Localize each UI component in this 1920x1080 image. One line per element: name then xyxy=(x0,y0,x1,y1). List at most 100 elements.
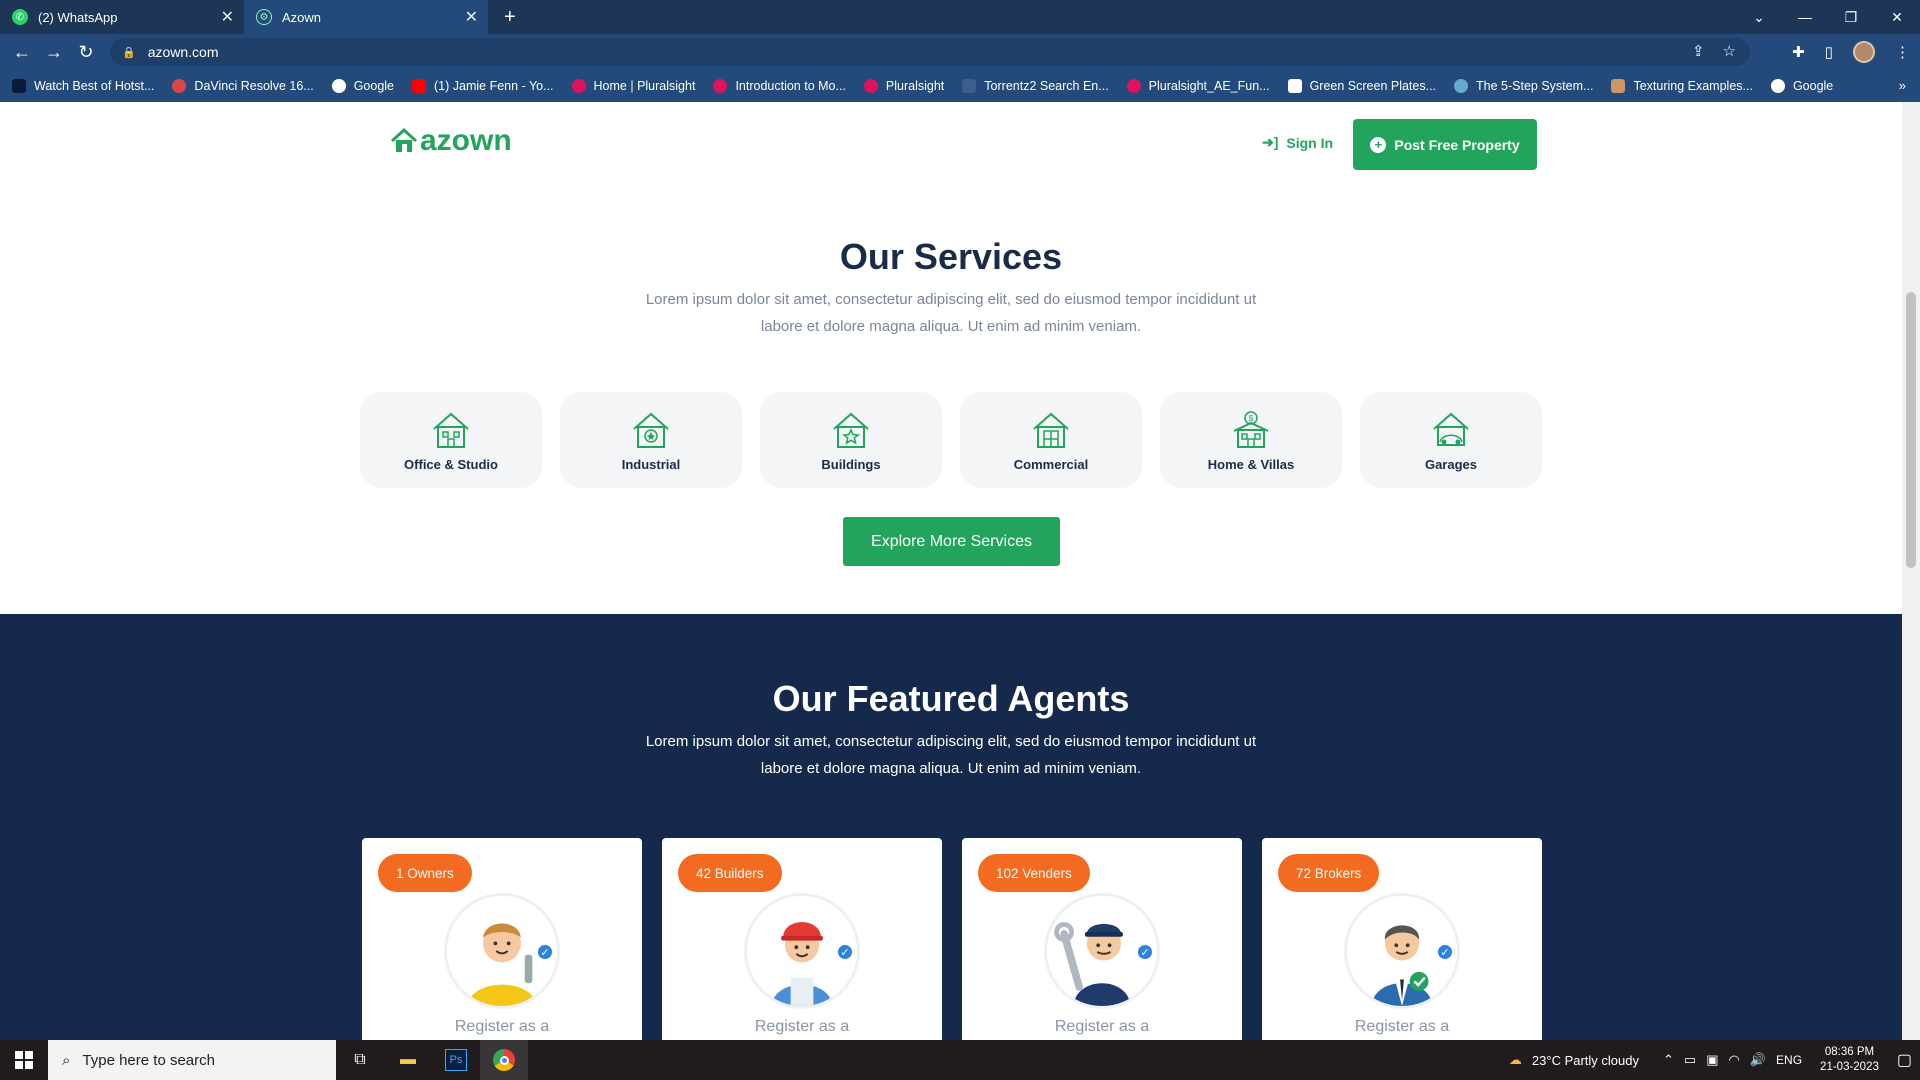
bookmark-item[interactable]: The 5-Step System... xyxy=(1454,79,1593,93)
side-panel-icon[interactable]: ▯ xyxy=(1825,43,1833,61)
count-badge: 42 Builders xyxy=(678,854,782,892)
profile-avatar[interactable] xyxy=(1853,41,1875,63)
bookmark-item[interactable]: Pluralsight_AE_Fun... xyxy=(1126,79,1270,93)
sign-in-icon: ➜] xyxy=(1262,134,1279,150)
menu-icon[interactable]: ⋮ xyxy=(1895,43,1910,61)
service-office-studio[interactable]: Office & Studio xyxy=(360,392,542,488)
services-list: Office & Studio Industrial Buildings Com… xyxy=(360,392,1542,488)
industrial-icon xyxy=(633,412,669,448)
language-indicator[interactable]: ENG xyxy=(1776,1053,1802,1067)
task-view-icon[interactable]: ⧉ xyxy=(336,1040,384,1080)
wifi-icon[interactable]: ◠ xyxy=(1729,1052,1740,1068)
tab-azown[interactable]: ⚙ Azown ✕ xyxy=(244,0,488,34)
google-icon xyxy=(1770,79,1785,93)
bookmark-item[interactable]: Watch Best of Hotst... xyxy=(12,79,154,93)
window-controls: ⌄ — ❐ ✕ xyxy=(1736,0,1920,34)
home-villa-icon: $ xyxy=(1233,410,1269,448)
web-page: azown ➜] Sign In + Post Free Property Ou… xyxy=(0,102,1902,1040)
chrome-icon[interactable] xyxy=(480,1040,528,1080)
agent-card-owners[interactable]: 1 Owners ✓ Register as a xyxy=(362,838,642,1040)
display-icon[interactable]: ▣ xyxy=(1706,1052,1718,1068)
url-text[interactable]: azown.com xyxy=(148,44,219,60)
more-bookmarks-icon[interactable]: » xyxy=(1899,78,1906,93)
house-logo-icon xyxy=(390,128,418,152)
buildings-icon xyxy=(833,412,869,448)
agent-card-venders[interactable]: 102 Venders ✓ Register as a xyxy=(962,838,1242,1040)
file-explorer-icon[interactable]: ▬ xyxy=(384,1040,432,1080)
commercial-icon xyxy=(1033,412,1069,448)
volume-icon[interactable]: 🔊 xyxy=(1750,1052,1766,1068)
bookmark-item[interactable]: Home | Pluralsight xyxy=(571,79,695,93)
tab-search-icon[interactable]: ⌄ xyxy=(1736,0,1782,34)
windows-start-icon[interactable] xyxy=(0,1040,48,1080)
azown-favicon-icon: ⚙ xyxy=(256,9,272,25)
service-industrial[interactable]: Industrial xyxy=(560,392,742,488)
explore-more-services-button[interactable]: Explore More Services xyxy=(843,517,1060,566)
post-free-property-button[interactable]: + Post Free Property xyxy=(1353,119,1537,170)
pluralsight-icon xyxy=(1126,79,1141,93)
bookmark-item[interactable]: Google xyxy=(331,79,394,93)
count-badge: 102 Venders xyxy=(978,854,1090,892)
notifications-icon[interactable]: ▢ xyxy=(1897,1050,1912,1070)
plus-circle-icon: + xyxy=(1370,136,1387,153)
bookmark-item[interactable]: Google xyxy=(1770,79,1833,93)
agent-card-builders[interactable]: 42 Builders ✓ Register as a xyxy=(662,838,942,1040)
omnibox[interactable]: 🔒 azown.com ⇪ ☆ xyxy=(110,38,1750,66)
google-icon xyxy=(331,79,346,93)
bookmark-item[interactable]: DaVinci Resolve 16... xyxy=(172,79,314,93)
taskbar-search-box[interactable]: ⌕ Type here to search xyxy=(48,1040,336,1080)
photoshop-icon[interactable]: Ps xyxy=(432,1040,480,1080)
tab-whatsapp[interactable]: ✆ (2) WhatsApp ✕ xyxy=(0,0,244,34)
windows-taskbar: ⌕ Type here to search ⧉ ▬ Ps ☁ 23°C Part… xyxy=(0,1040,1920,1080)
bookmark-item[interactable]: (1) Jamie Fenn - Yo... xyxy=(412,79,554,93)
register-text: Register as a xyxy=(754,1018,850,1035)
tray-chevron-icon[interactable]: ⌃ xyxy=(1663,1052,1674,1068)
restore-icon[interactable]: ❐ xyxy=(1828,0,1874,34)
new-tab-icon[interactable]: + xyxy=(504,0,516,34)
bookmarks-bar: Watch Best of Hotst... DaVinci Resolve 1… xyxy=(0,70,1920,102)
tab-title: Azown xyxy=(282,9,322,25)
whatsapp-icon: ✆ xyxy=(12,9,28,25)
close-tab-icon[interactable]: ✕ xyxy=(465,7,478,27)
page-scrollbar[interactable] xyxy=(1902,102,1920,1040)
service-commercial[interactable]: Commercial xyxy=(960,392,1142,488)
network-icon[interactable]: ▭ xyxy=(1684,1052,1696,1068)
minimize-icon[interactable]: — xyxy=(1782,0,1828,34)
service-home-villas[interactable]: $ Home & Villas xyxy=(1160,392,1342,488)
bookmark-item[interactable]: Texturing Examples... xyxy=(1611,79,1753,93)
scrollbar-thumb[interactable] xyxy=(1906,292,1916,568)
torrentz-icon xyxy=(962,79,977,93)
forward-icon[interactable]: → xyxy=(38,36,70,68)
yahoo-icon xyxy=(1287,79,1302,93)
back-icon[interactable]: ← xyxy=(6,36,38,68)
bookmark-item[interactable]: Introduction to Mo... xyxy=(713,79,846,93)
share-icon[interactable]: ⇪ xyxy=(1692,42,1705,60)
hotstar-icon xyxy=(12,79,26,93)
omnibox-actions: ⇪ ☆ xyxy=(1692,42,1736,60)
bookmark-item[interactable]: Pluralsight xyxy=(863,79,944,93)
pluralsight-icon xyxy=(863,79,878,93)
close-tab-icon[interactable]: ✕ xyxy=(221,7,234,27)
bookmark-item[interactable]: Green Screen Plates... xyxy=(1287,79,1436,93)
browser-tab-strip: ✆ (2) WhatsApp ✕ ⚙ Azown ✕ + ⌄ — ❐ ✕ xyxy=(0,0,1920,34)
service-buildings[interactable]: Buildings xyxy=(760,392,942,488)
sign-in-link[interactable]: ➜] Sign In xyxy=(1262,134,1333,151)
clock[interactable]: 08:36 PM 21-03-2023 xyxy=(1820,1045,1879,1075)
service-garages[interactable]: Garages xyxy=(1360,392,1542,488)
extensions-icon[interactable]: ✚ xyxy=(1792,43,1805,61)
register-text: Register as a xyxy=(1354,1018,1450,1035)
weather-text[interactable]: 23°C Partly cloudy xyxy=(1532,1053,1639,1068)
reload-icon[interactable]: ↻ xyxy=(70,36,102,68)
clock-date: 21-03-2023 xyxy=(1820,1061,1879,1073)
search-icon: ⌕ xyxy=(62,1051,71,1069)
agent-card-brokers[interactable]: 72 Brokers ✓ Register as a xyxy=(1262,838,1542,1040)
bookmark-star-icon[interactable]: ☆ xyxy=(1723,42,1736,60)
site-logo[interactable]: azown xyxy=(390,124,512,158)
pluralsight-icon xyxy=(713,79,728,93)
office-building-icon xyxy=(433,412,469,448)
close-window-icon[interactable]: ✕ xyxy=(1874,0,1920,34)
bookmark-item[interactable]: Torrentz2 Search En... xyxy=(962,79,1109,93)
site-header: azown ➜] Sign In + Post Free Property xyxy=(0,102,1902,184)
verified-icon: ✓ xyxy=(536,943,554,961)
lock-icon[interactable]: 🔒 xyxy=(122,46,136,59)
